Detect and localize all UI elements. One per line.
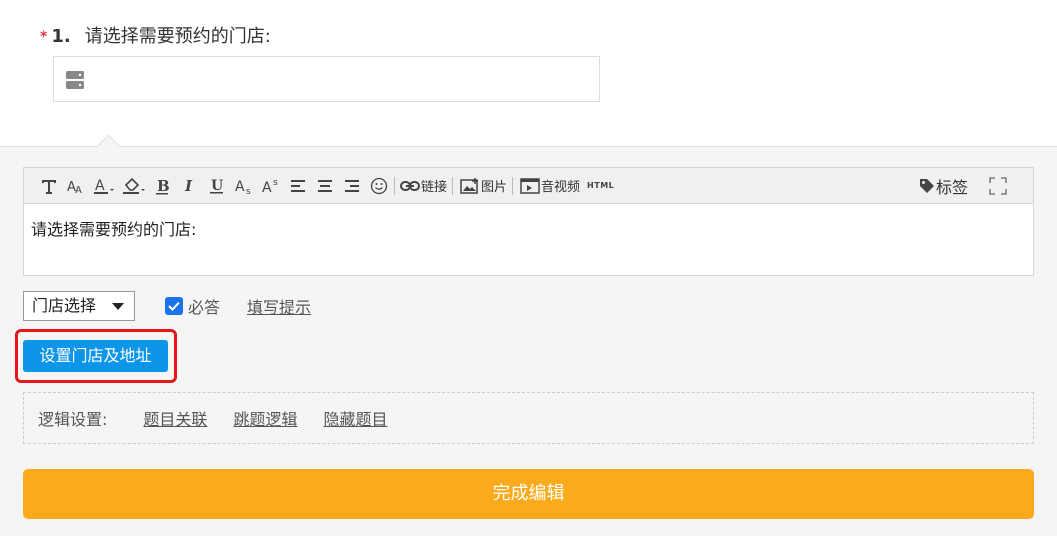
- svg-text:A: A: [75, 185, 82, 195]
- insert-image-button[interactable]: 图片: [459, 174, 508, 198]
- fullscreen-icon[interactable]: [987, 174, 1009, 198]
- store-select-field[interactable]: [53, 56, 600, 102]
- question-type-value: 门店选择: [32, 296, 97, 315]
- font-color-icon[interactable]: A: [92, 174, 116, 198]
- chevron-down-icon: [112, 303, 124, 310]
- svg-text:B: B: [157, 177, 170, 195]
- question-association-link[interactable]: 题目关联: [143, 406, 207, 430]
- align-center-icon[interactable]: [314, 174, 336, 198]
- toolbar-right: 标签: [913, 174, 1033, 198]
- link-icon: [400, 180, 420, 191]
- video-icon: [520, 177, 540, 194]
- svg-text:A: A: [95, 178, 105, 194]
- insert-av-button[interactable]: 音视频: [519, 174, 581, 198]
- font-style-icon[interactable]: [38, 174, 60, 198]
- required-checkbox[interactable]: 必答: [165, 294, 220, 318]
- question-editor-panel: AA A B I U As As 链接 图片 音视频 HTML 标签 请选择需要…: [0, 134, 1057, 536]
- svg-text:A: A: [235, 179, 245, 195]
- tag-label: 标签: [935, 177, 968, 197]
- store-list-icon: [66, 71, 84, 89]
- av-label: 音视频: [541, 180, 581, 195]
- svg-text:s: s: [273, 178, 278, 188]
- editor-toolbar: AA A B I U As As 链接 图片 音视频 HTML 标签: [23, 167, 1034, 204]
- svg-text:A: A: [262, 180, 272, 195]
- set-store-address-button[interactable]: 设置门店及地址: [23, 340, 168, 372]
- tag-icon: [919, 178, 934, 193]
- emoji-icon[interactable]: [368, 174, 390, 198]
- html-button[interactable]: HTML: [587, 181, 614, 190]
- insert-link-button[interactable]: 链接: [399, 174, 448, 198]
- italic-icon[interactable]: I: [179, 174, 201, 198]
- image-icon: [460, 177, 479, 194]
- underline-icon[interactable]: U: [206, 174, 228, 198]
- svg-text:U: U: [211, 178, 223, 194]
- question-text-editor[interactable]: 请选择需要预约的门店:: [23, 203, 1034, 276]
- subscript-icon[interactable]: As: [233, 174, 255, 198]
- toolbar-divider: [452, 176, 454, 195]
- tag-button[interactable]: 标签: [918, 174, 969, 198]
- align-right-icon[interactable]: [341, 174, 363, 198]
- finish-editing-button[interactable]: 完成编辑: [23, 469, 1034, 519]
- link-label: 链接: [421, 180, 448, 195]
- question-type-select[interactable]: 门店选择: [23, 291, 135, 321]
- highlight-color-icon[interactable]: [121, 174, 147, 198]
- font-size-icon[interactable]: AA: [65, 174, 87, 198]
- logic-settings: 逻辑设置: 题目关联 跳题逻辑 隐藏题目: [23, 392, 1034, 444]
- required-mark: *: [40, 29, 48, 45]
- logic-settings-label: 逻辑设置:: [38, 410, 108, 429]
- question-number: 1.: [51, 26, 71, 47]
- align-left-icon[interactable]: [287, 174, 309, 198]
- skip-logic-link[interactable]: 跳题逻辑: [233, 406, 297, 430]
- superscript-icon[interactable]: As: [260, 174, 282, 198]
- hide-question-link[interactable]: 隐藏题目: [323, 406, 387, 430]
- svg-text:I: I: [184, 177, 193, 195]
- checkbox-checked-icon: [165, 297, 183, 315]
- image-label: 图片: [481, 180, 508, 195]
- bold-icon[interactable]: B: [152, 174, 174, 198]
- toolbar-divider: [394, 176, 395, 195]
- question-title: * 1. 请选择需要预约的门店:: [40, 22, 271, 48]
- panel-pointer: [96, 134, 121, 159]
- question-title-text: 请选择需要预约的门店:: [84, 26, 271, 47]
- toolbar-divider: [512, 176, 514, 195]
- svg-text:s: s: [246, 187, 251, 195]
- required-label: 必答: [188, 298, 221, 317]
- fill-hint-link[interactable]: 填写提示: [247, 294, 311, 318]
